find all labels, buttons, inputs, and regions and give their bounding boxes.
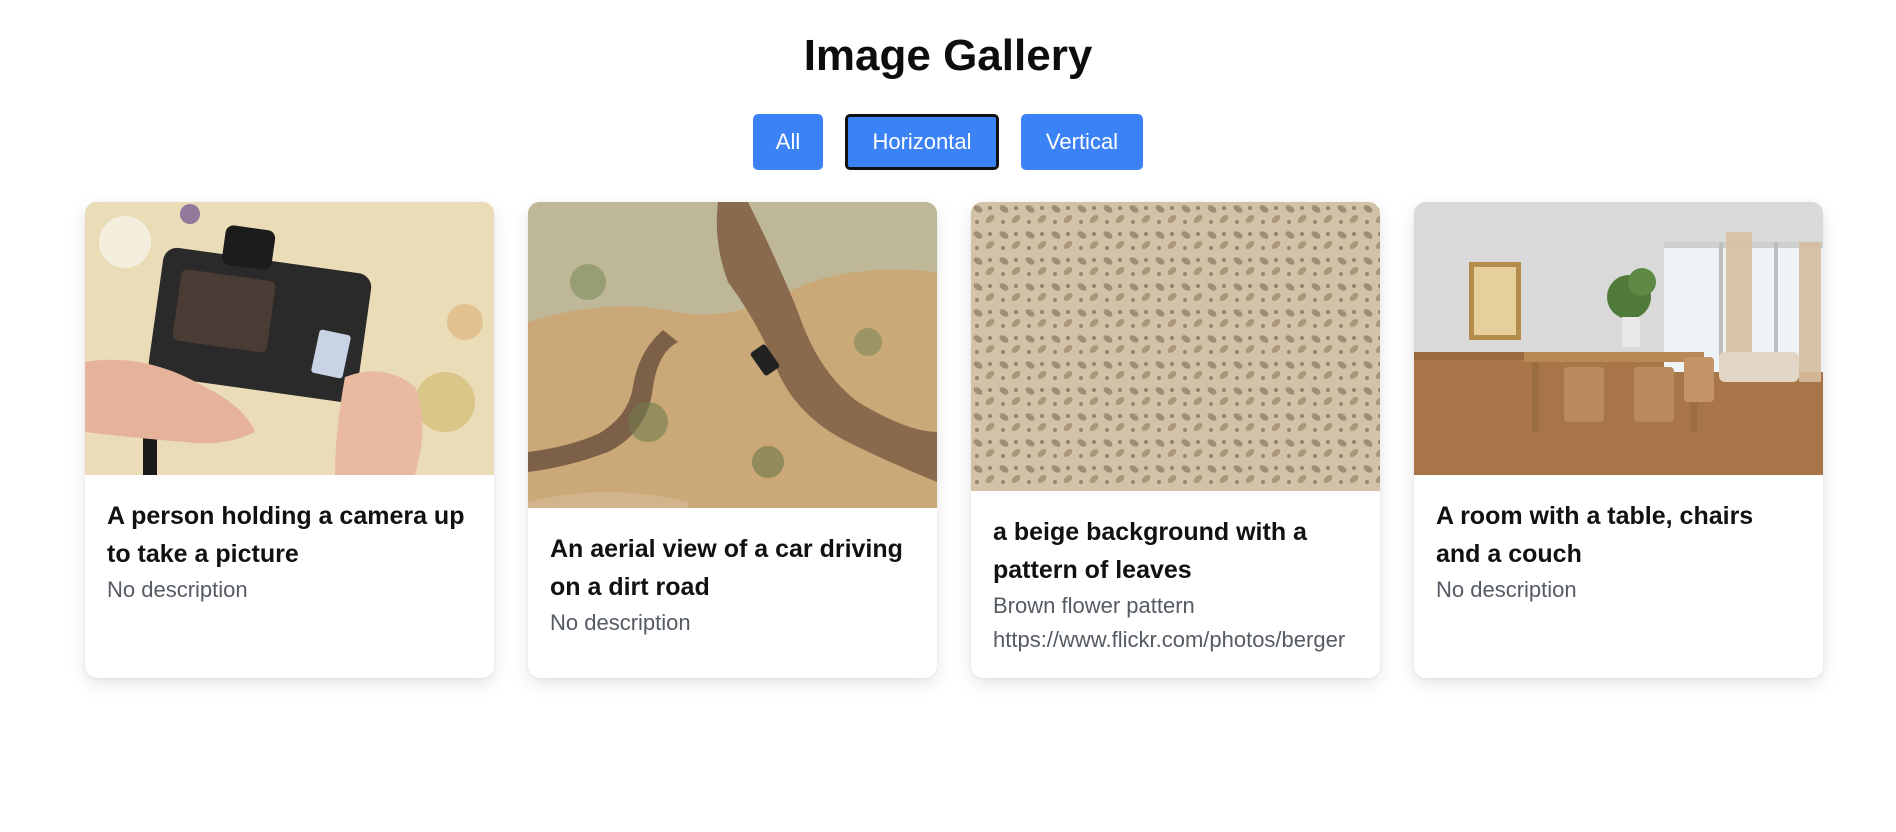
card-title: A room with a table, chairs and a couch [1436,502,1754,568]
page-title: Image Gallery [803,31,1093,80]
gallery-card[interactable]: A room with a table, chairs and a couch … [1414,202,1823,678]
card-image-pattern[interactable] [971,202,1380,491]
filter-all-button[interactable]: All [753,114,823,170]
card-image-camera[interactable] [85,202,494,475]
card-title: An aerial view of a car driving on a dir… [550,535,903,601]
card-description: No description [550,610,691,635]
aerial-photo-image [528,202,937,508]
room-photo-image [1414,202,1823,475]
card-image-room[interactable] [1414,202,1823,475]
card-title: a beige background with a pattern of lea… [993,518,1307,584]
card-description: Brown flower pattern https://www.flickr.… [993,593,1346,652]
card-body: An aerial view of a car driving on a dir… [528,508,937,640]
filter-vertical-button[interactable]: Vertical [1021,114,1143,170]
gallery-card[interactable]: a beige background with a pattern of lea… [971,202,1380,678]
gallery-grid: A person holding a camera up to take a p… [85,202,1825,678]
card-body: A room with a table, chairs and a couch … [1414,475,1823,607]
camera-photo-image [85,202,494,475]
card-image-aerial[interactable] [528,202,937,508]
pattern-photo-image [971,202,1380,491]
gallery-card[interactable]: A person holding a camera up to take a p… [85,202,494,678]
page: Image Gallery All Horizontal Vertical A … [0,0,1896,832]
card-title: A person holding a camera up to take a p… [107,502,465,568]
filter-horizontal-button[interactable]: Horizontal [845,114,999,170]
filter-bar: All Horizontal Vertical [0,114,1896,170]
card-description: No description [107,577,248,602]
gallery-card[interactable]: An aerial view of a car driving on a dir… [528,202,937,678]
card-body: A person holding a camera up to take a p… [85,475,494,607]
card-description: No description [1436,577,1577,602]
card-body: a beige background with a pattern of lea… [971,491,1380,657]
